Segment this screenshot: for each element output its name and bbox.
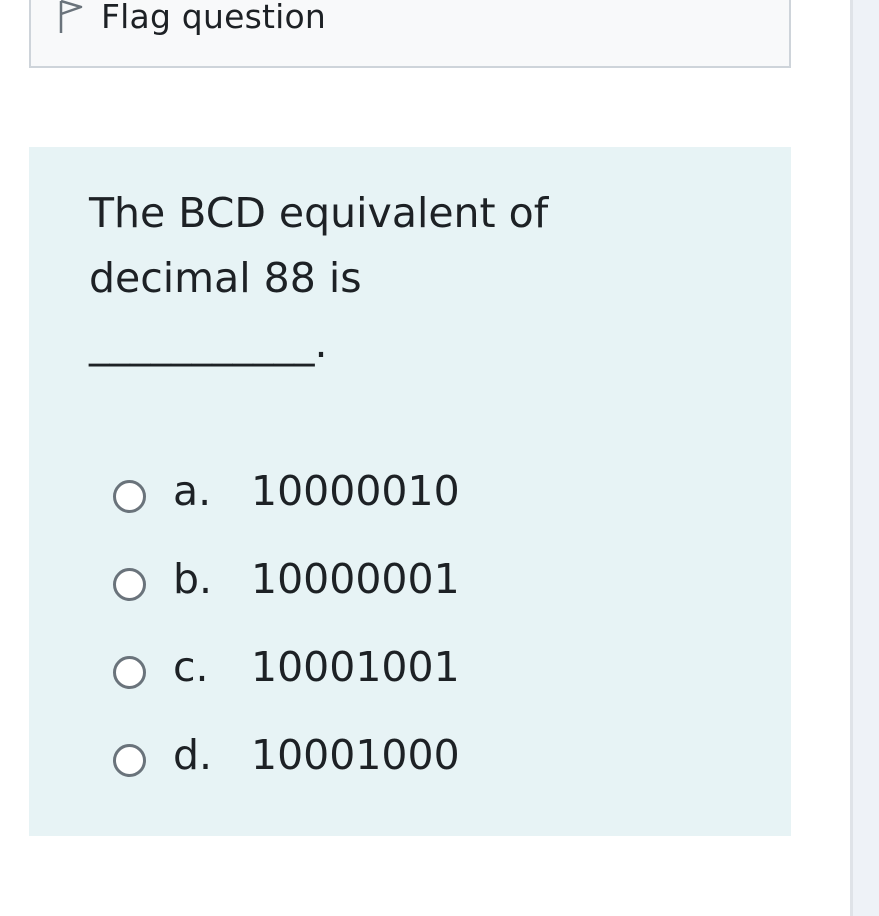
right-side-rail bbox=[850, 0, 879, 916]
answer-a-radio[interactable] bbox=[113, 479, 146, 513]
question-text: The BCD equivalent of decimal 88 is ____… bbox=[89, 189, 549, 367]
answer-a-letter: a. bbox=[173, 467, 212, 515]
answer-d-letter: d. bbox=[173, 731, 213, 779]
answer-c-letter: c. bbox=[173, 643, 209, 691]
answer-options: a. 10000010 b. 10000001 c. 10001001 d. 1… bbox=[113, 447, 460, 799]
answer-d-radio[interactable] bbox=[113, 743, 146, 777]
answer-option-b[interactable]: b. 10000001 bbox=[113, 535, 460, 623]
answer-c-radio[interactable] bbox=[113, 655, 146, 689]
flag-question-link[interactable]: Flag question bbox=[57, 0, 326, 36]
flag-question-label: Flag question bbox=[101, 0, 326, 36]
answer-option-d[interactable]: d. 10001000 bbox=[113, 711, 460, 799]
question-panel: The BCD equivalent of decimal 88 is ____… bbox=[29, 147, 791, 836]
question-info-box: Flag question bbox=[29, 0, 791, 68]
answer-option-c[interactable]: c. 10001001 bbox=[113, 623, 460, 711]
answer-b-text: 10000001 bbox=[251, 555, 460, 603]
answer-option-a[interactable]: a. 10000010 bbox=[113, 447, 460, 535]
flag-icon bbox=[57, 0, 83, 35]
answer-a-text: 10000010 bbox=[251, 467, 460, 515]
answer-c-text: 10001001 bbox=[251, 643, 460, 691]
answer-d-text: 10001000 bbox=[251, 731, 460, 779]
answer-b-letter: b. bbox=[173, 555, 213, 603]
answer-b-radio[interactable] bbox=[113, 567, 146, 601]
